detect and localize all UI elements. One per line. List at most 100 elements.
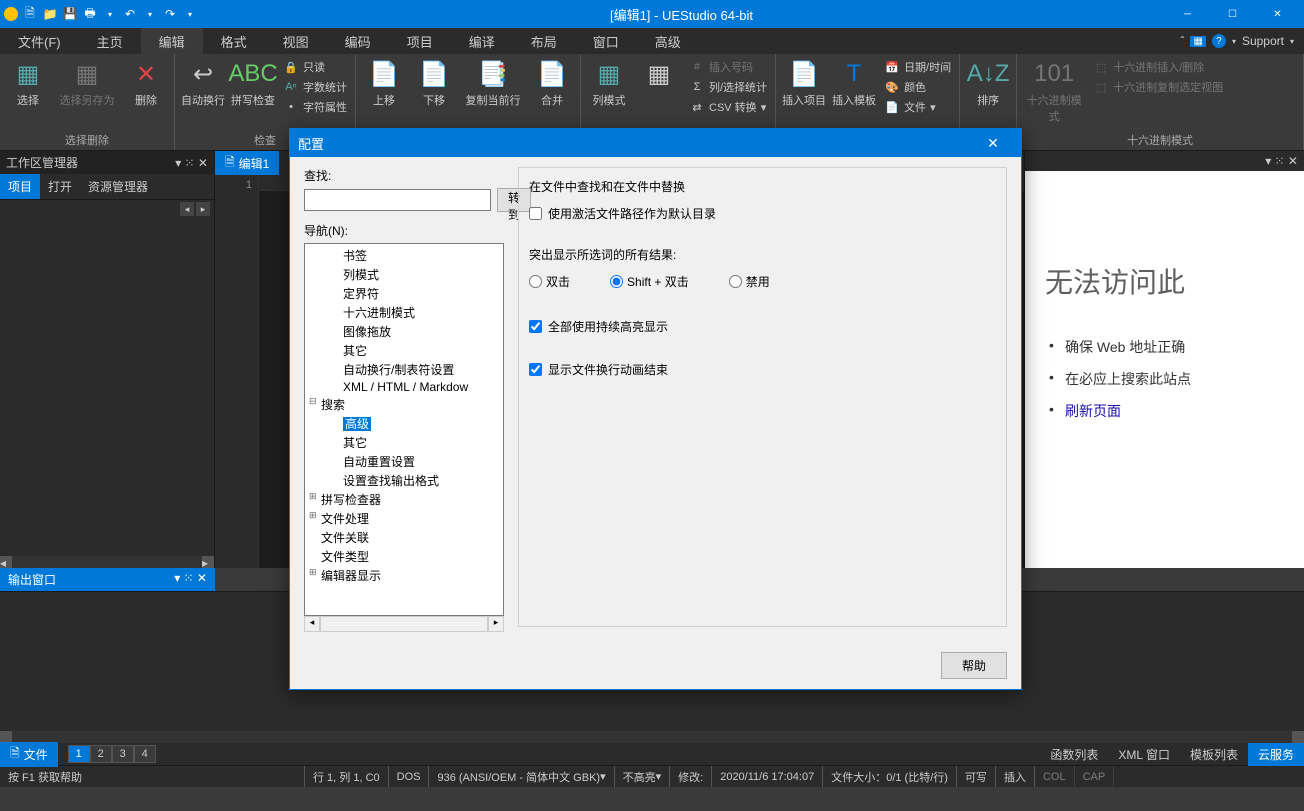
wordwrap-button[interactable]: ↩自动换行 [179, 56, 227, 110]
tab-xml[interactable]: XML 窗口 [1108, 743, 1180, 766]
tab-project[interactable]: 项目 [0, 174, 40, 199]
merge-button[interactable]: 📄合并 [528, 56, 576, 110]
tab-explorer[interactable]: 资源管理器 [80, 174, 156, 199]
radio-dblclick[interactable] [529, 275, 542, 288]
wordcount-item[interactable]: Aⁿ字数统计 [281, 78, 349, 96]
menu-file[interactable]: 文件(F) [0, 28, 79, 54]
redo-icon[interactable]: ↷ [162, 6, 178, 22]
menu-format[interactable]: 格式 [203, 28, 265, 54]
menu-layout[interactable]: 布局 [513, 28, 575, 54]
output-controls[interactable]: ▾ ⁙ ✕ [174, 571, 207, 588]
collapse-ribbon-icon[interactable]: ˆ [1180, 34, 1184, 48]
undo-icon[interactable]: ↶ [122, 6, 138, 22]
menu-home[interactable]: 主页 [79, 28, 141, 54]
column-stats-item[interactable]: Σ列/选择统计 [687, 78, 769, 96]
save-icon[interactable]: 💾 [62, 6, 78, 22]
tree-item[interactable]: ⊞拼写检查器 [307, 490, 501, 509]
file-tab[interactable]: 🗎编辑1 [215, 151, 279, 175]
status-ins[interactable]: 插入 [996, 766, 1035, 787]
moveup-button[interactable]: 📄上移 [360, 56, 408, 110]
datetime-item[interactable]: 📅日期/时间 [882, 58, 953, 76]
tree-item[interactable]: 设置查找输出格式 [307, 471, 501, 490]
default-dir-checkbox[interactable] [529, 207, 542, 220]
pin-icon[interactable]: ▾ ⁙ ✕ [175, 156, 208, 170]
help-icon[interactable]: ? [1212, 34, 1226, 48]
menu-advanced[interactable]: 高级 [637, 28, 699, 54]
hex-insert-item[interactable]: ⬚十六进制插入/删除 [1091, 58, 1225, 76]
print-icon[interactable]: 🖶 [82, 6, 98, 22]
open-icon[interactable]: 📁 [42, 6, 58, 22]
tree-item[interactable]: 十六进制模式 [307, 303, 501, 322]
page-1[interactable]: 1 [68, 745, 90, 763]
insert-number-item[interactable]: #插入号码 [687, 58, 769, 76]
app-mode-icon[interactable]: ▦ [1190, 36, 1205, 47]
tab-cloud[interactable]: 云服务 [1248, 743, 1304, 766]
menu-edit[interactable]: 编辑 [141, 28, 203, 54]
duplicate-button[interactable]: 📑复制当前行 [460, 56, 526, 110]
save-selection-button[interactable]: ▦选择另存为 [54, 56, 120, 110]
menu-project[interactable]: 项目 [389, 28, 451, 54]
tree-item[interactable]: 高级 [307, 414, 501, 433]
readonly-item[interactable]: 🔒只读 [281, 58, 349, 76]
new-icon[interactable]: 🗎 [22, 6, 38, 22]
tab-templates[interactable]: 模板列表 [1180, 743, 1248, 766]
persist-highlight-checkbox[interactable] [529, 320, 542, 333]
select-button[interactable]: ▦选择 [4, 56, 52, 110]
tree-item[interactable]: 其它 [307, 433, 501, 452]
menu-view[interactable]: 视图 [265, 28, 327, 54]
status-cap[interactable]: CAP [1075, 766, 1115, 787]
status-enc[interactable]: 936 (ANSI/OEM - 简体中文 GBK) ▾ [429, 766, 614, 787]
refresh-link[interactable]: 刷新页面 [1065, 403, 1121, 419]
hscroll-right[interactable] [1292, 731, 1304, 743]
dropdown3-icon[interactable]: ▾ [182, 6, 198, 22]
find-input[interactable] [304, 189, 491, 211]
nav-prev[interactable]: ◂ [180, 202, 194, 216]
hex-mode-button[interactable]: 101十六进制模式 [1021, 56, 1087, 126]
page-4[interactable]: 4 [134, 745, 156, 763]
tree-item[interactable]: 自动换行/制表符设置 [307, 360, 501, 379]
menu-window[interactable]: 窗口 [575, 28, 637, 54]
status-col[interactable]: COL [1035, 766, 1075, 787]
sort-button[interactable]: A↓Z排序 [964, 56, 1012, 110]
tree-item[interactable]: 其它 [307, 341, 501, 360]
bottom-tab-file[interactable]: 🗎文件 [0, 742, 58, 767]
panel-controls[interactable]: ▾ ⁙ ✕ [1265, 154, 1298, 168]
tree-item[interactable]: ⊟搜索 [307, 395, 501, 414]
tree-item[interactable]: 图像拖放 [307, 322, 501, 341]
tree-scroll-right[interactable]: ▸ [488, 616, 504, 632]
dropdown-icon[interactable]: ▾ [102, 6, 118, 22]
insert-item-button[interactable]: 📄插入项目 [780, 56, 828, 110]
tree-item[interactable]: 文件类型 [307, 547, 501, 566]
spellcheck-button[interactable]: ABC拼写检查 [229, 56, 277, 110]
wrap-anim-checkbox[interactable] [529, 363, 542, 376]
nav-next[interactable]: ▸ [196, 202, 210, 216]
tree-item[interactable]: 定界符 [307, 284, 501, 303]
nav-tree[interactable]: 书签列模式定界符十六进制模式图像拖放其它自动换行/制表符设置XML / HTML… [304, 243, 504, 616]
menu-encoding[interactable]: 编码 [327, 28, 389, 54]
column-mode-button[interactable]: ▦列模式 [585, 56, 633, 110]
csv-convert-item[interactable]: ⇄CSV 转换▾ [687, 98, 769, 116]
page-2[interactable]: 2 [90, 745, 112, 763]
status-eol[interactable]: DOS [389, 766, 430, 787]
close-button[interactable]: ✕ [1255, 0, 1300, 28]
status-hl[interactable]: 不高亮 ▾ [615, 766, 671, 787]
file-item[interactable]: 📄文件▾ [882, 98, 953, 116]
radio-disable[interactable] [729, 275, 742, 288]
tree-item[interactable]: 文件关联 [307, 528, 501, 547]
delete-button[interactable]: ✕删除 [122, 56, 170, 110]
help-button[interactable]: 帮助 [941, 652, 1007, 679]
maximize-button[interactable]: ☐ [1210, 0, 1255, 28]
scroll-left[interactable]: ◂ [0, 556, 12, 568]
tab-open[interactable]: 打开 [40, 174, 80, 199]
support-link[interactable]: Support [1242, 34, 1284, 48]
tab-functions[interactable]: 函数列表 [1040, 743, 1108, 766]
movedown-button[interactable]: 📄下移 [410, 56, 458, 110]
minimize-button[interactable]: ─ [1165, 0, 1210, 28]
tree-scroll-left[interactable]: ◂ [304, 616, 320, 632]
insert-template-button[interactable]: T插入模板 [830, 56, 878, 110]
page-3[interactable]: 3 [112, 745, 134, 763]
hex-copy-item[interactable]: ⬚十六进制复制选定视图 [1091, 78, 1225, 96]
scroll-right[interactable]: ▸ [202, 556, 214, 568]
menu-compile[interactable]: 编译 [451, 28, 513, 54]
tree-item[interactable]: 自动重置设置 [307, 452, 501, 471]
